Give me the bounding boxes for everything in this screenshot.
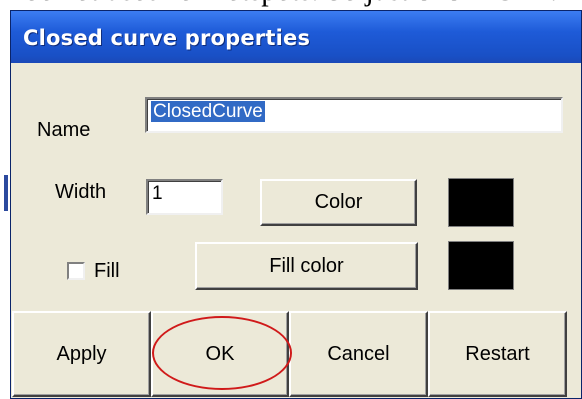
name-label: Name xyxy=(37,119,91,141)
fill-color-button[interactable]: Fill color xyxy=(195,242,418,290)
closed-curve-properties-dialog: Closed curve properties Name ClosedCurve… xyxy=(10,10,582,399)
background-mark xyxy=(4,175,8,211)
name-input-value: ClosedCurve xyxy=(151,101,265,122)
width-label: Width xyxy=(55,181,107,203)
fill-color-swatch[interactable] xyxy=(448,241,514,290)
dialog-title: Closed curve properties xyxy=(23,26,311,50)
apply-button[interactable]: Apply xyxy=(12,311,151,397)
name-input[interactable]: ClosedCurve xyxy=(145,97,563,133)
width-input-value: 1 xyxy=(152,183,163,204)
cancel-button[interactable]: Cancel xyxy=(289,311,428,397)
restart-button[interactable]: Restart xyxy=(428,311,567,397)
ok-button[interactable]: OK xyxy=(151,311,289,397)
width-input[interactable]: 1 xyxy=(146,179,223,215)
title-bar[interactable]: Closed curve properties xyxy=(11,11,581,63)
color-button[interactable]: Color xyxy=(260,179,417,226)
color-swatch[interactable] xyxy=(448,178,514,227)
background-window-edge xyxy=(0,20,10,399)
fill-checkbox[interactable] xyxy=(67,262,85,280)
fill-label: Fill xyxy=(94,260,120,282)
